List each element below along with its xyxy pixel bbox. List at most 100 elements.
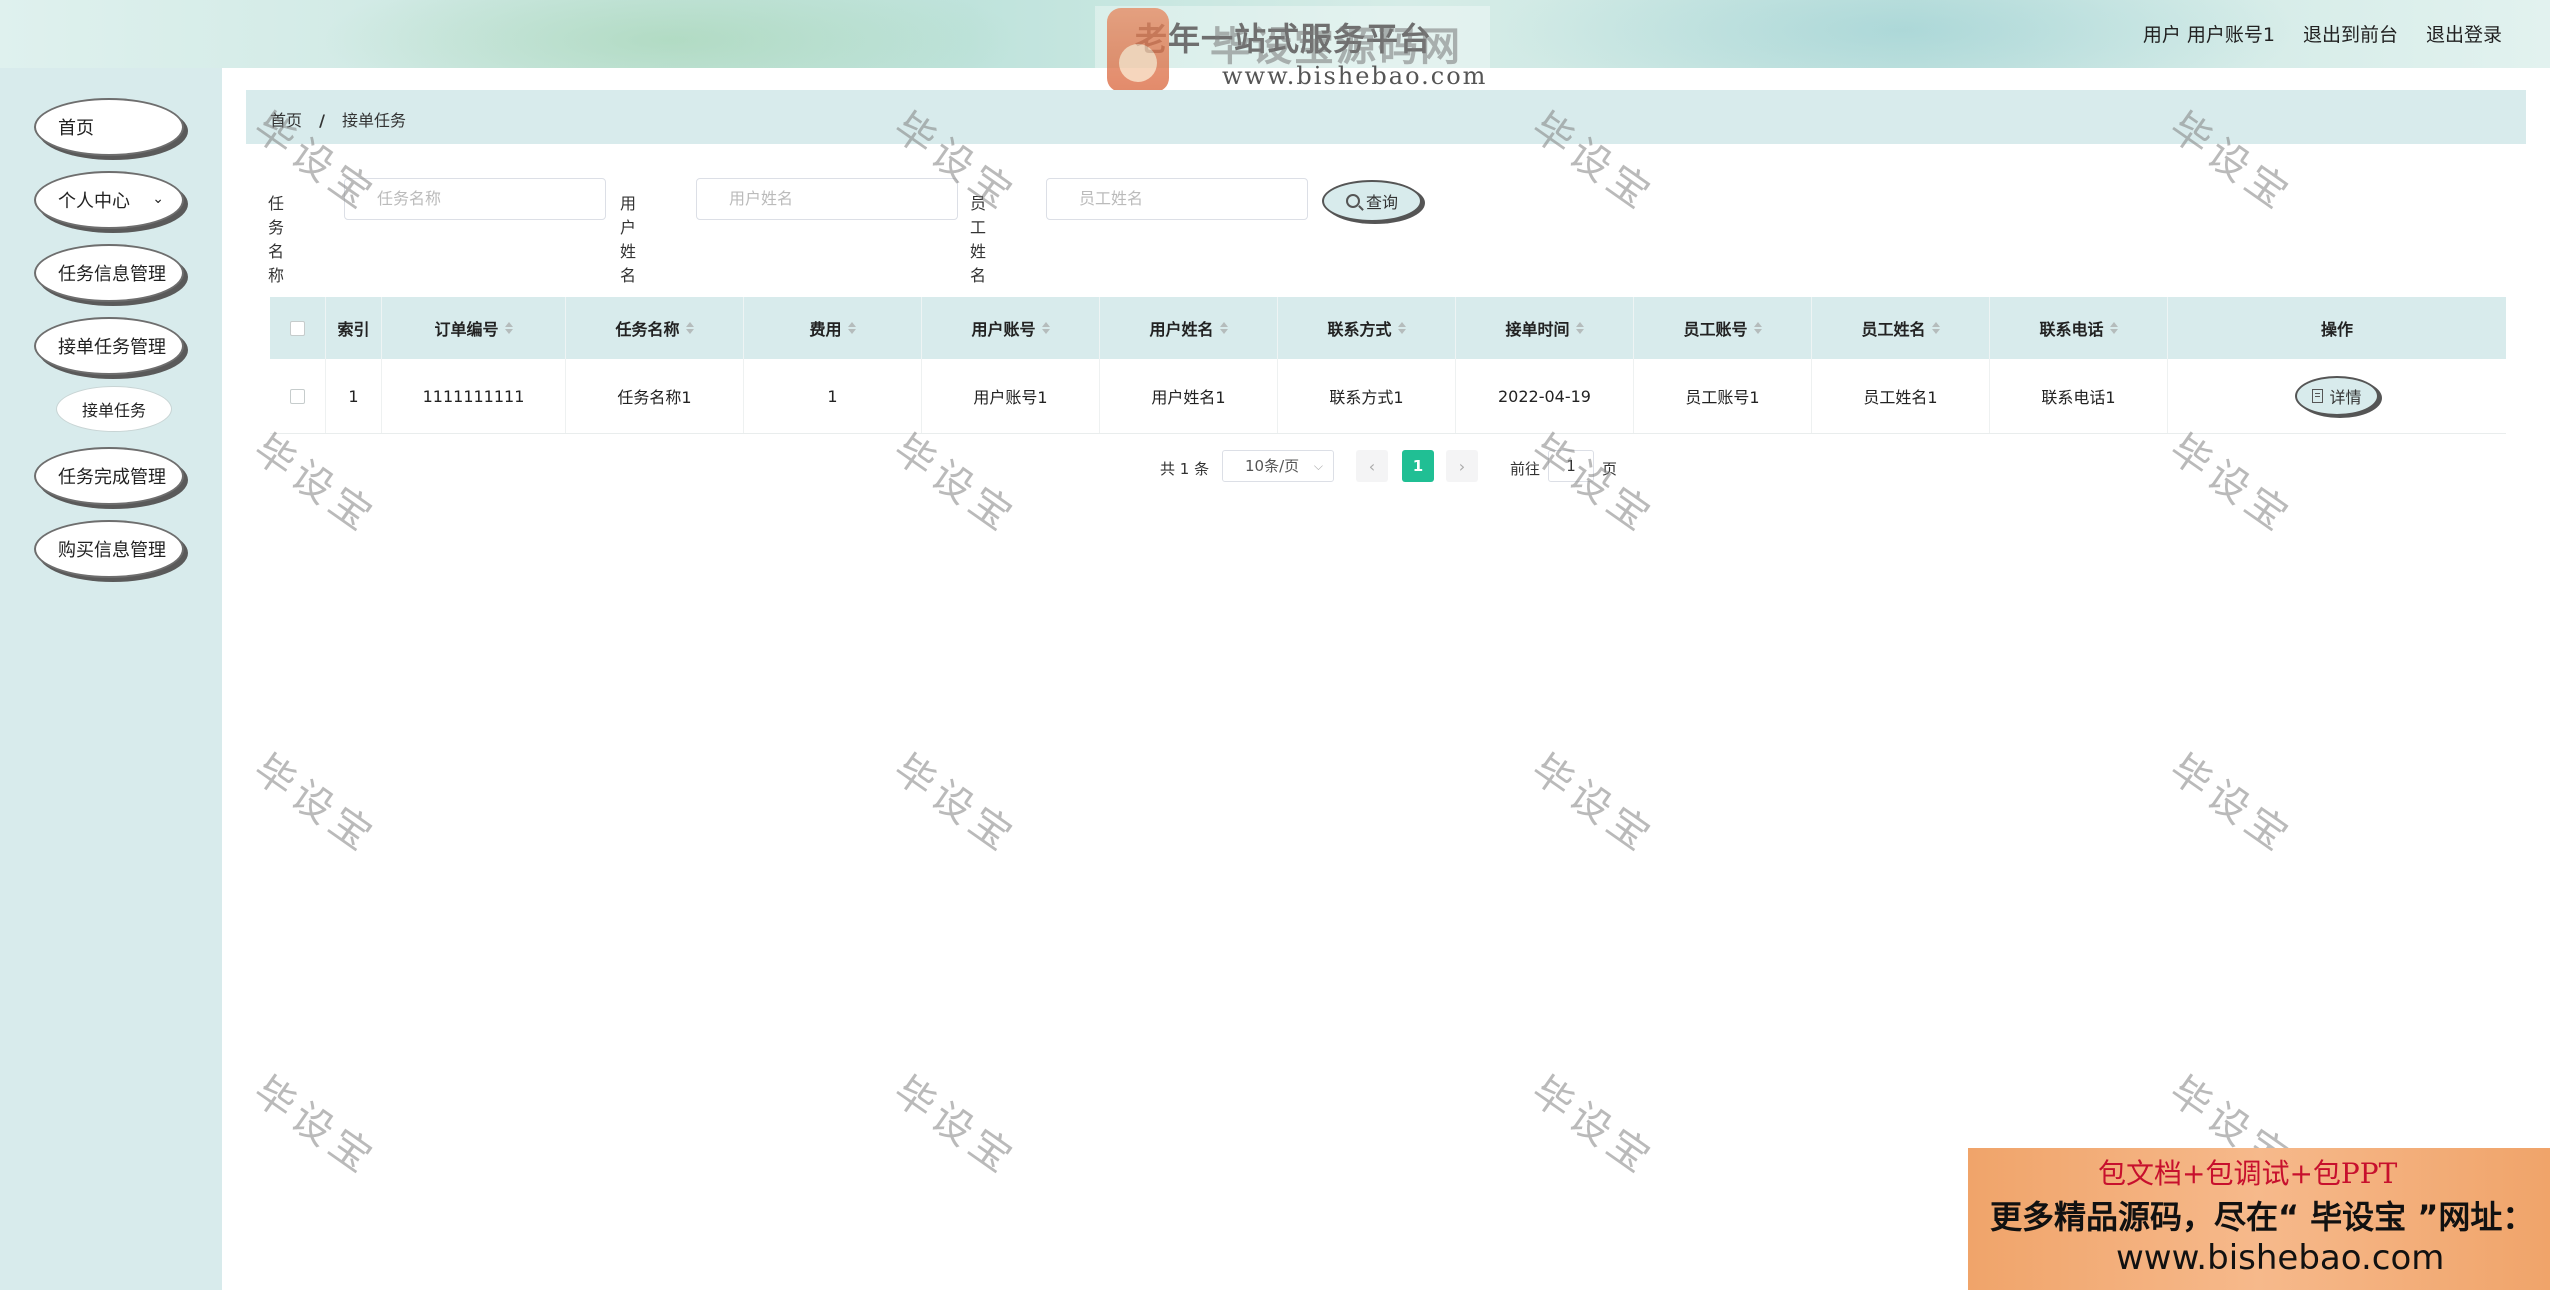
header-actions: 用户 用户账号1 退出到前台 退出登录 — [2143, 20, 2502, 47]
cell-actions: 详情 — [2168, 359, 2506, 433]
cell-task-name: 任务名称1 — [566, 359, 744, 433]
chevron-down-icon: ⌵ — [1313, 459, 1323, 473]
exit-to-front-link[interactable]: 退出到前台 — [2303, 20, 2398, 47]
chevron-down-icon: ⌄ — [152, 191, 164, 207]
sort-icon[interactable] — [1575, 322, 1584, 334]
staff-name-input[interactable]: 员工姓名 — [1046, 178, 1308, 220]
watermark-text: 毕设宝 — [1522, 745, 1663, 863]
cell-index: 1 — [326, 359, 382, 433]
detail-button-label: 详情 — [2329, 388, 2362, 407]
task-name-input[interactable]: 任务名称 — [344, 178, 606, 220]
task-name-label: 任务名称 — [268, 194, 285, 285]
detail-button[interactable]: 详情 — [2295, 376, 2379, 416]
sidebar-item-label: 个人中心 — [58, 191, 130, 212]
sidebar-item-accept-task-mgmt[interactable]: 接单任务管理 — [34, 317, 184, 375]
sidebar-subitem-accept-task[interactable]: 接单任务 — [56, 386, 172, 432]
sort-icon[interactable] — [1753, 322, 1762, 334]
sort-icon[interactable] — [847, 322, 856, 334]
column-header: 索引 — [326, 297, 382, 359]
task-table: 索引 订单编号 任务名称 费用 用户账号 用户姓名 联系方式 接单时间 员工账号… — [270, 297, 2506, 434]
query-button[interactable]: 查询 — [1322, 180, 1422, 222]
column-header[interactable]: 用户账号 — [922, 297, 1100, 359]
cell-user-account: 用户账号1 — [922, 359, 1100, 433]
table-row: 1 1111111111 任务名称1 1 用户账号1 用户姓名1 联系方式1 2… — [270, 359, 2506, 434]
sidebar-item-label: 任务信息管理 — [58, 264, 166, 285]
page-size-select[interactable]: 10条/页 ⌵ — [1222, 450, 1334, 482]
column-header[interactable]: 订单编号 — [382, 297, 566, 359]
column-header[interactable]: 员工账号 — [1634, 297, 1812, 359]
pagination-total: 共 1 条 — [1160, 460, 1210, 478]
prev-page-button[interactable]: ‹ — [1356, 450, 1388, 482]
select-all-checkbox[interactable] — [290, 320, 305, 336]
page-size-value: 10条/页 — [1245, 457, 1300, 475]
sort-icon[interactable] — [504, 322, 513, 334]
sort-icon[interactable] — [1041, 322, 1050, 334]
watermark-text: 毕设宝 — [884, 1067, 1025, 1185]
header-decoration — [320, 0, 1020, 68]
sidebar: 首页 个人中心 ⌄ 任务信息管理 接单任务管理 接单任务 任务完成管理 购买信息… — [0, 68, 222, 1290]
sidebar-item-label: 购买信息管理 — [58, 540, 166, 561]
sidebar-item-personal-center[interactable]: 个人中心 ⌄ — [34, 171, 184, 229]
row-checkbox[interactable] — [290, 388, 305, 404]
watermark-text: 毕设宝 — [884, 745, 1025, 863]
document-icon — [2312, 389, 2324, 403]
breadcrumb-current: 接单任务 — [342, 111, 407, 130]
goto-page-input[interactable]: 1 — [1548, 450, 1594, 482]
column-header[interactable]: 员工姓名 — [1812, 297, 1990, 359]
page-number-current[interactable]: 1 — [1402, 450, 1434, 482]
page-suffix-label: 页 — [1602, 460, 1618, 478]
pagination: 共 1 条 10条/页 ⌵ ‹ 1 › 前往 1 页 — [0, 450, 2550, 482]
sidebar-item-purchase-info[interactable]: 购买信息管理 — [34, 520, 184, 578]
search-icon — [1345, 194, 1360, 208]
watermark-logo-icon — [1107, 8, 1169, 92]
sidebar-subitem-label: 接单任务 — [81, 401, 146, 420]
sidebar-item-label: 首页 — [58, 118, 94, 139]
sort-icon[interactable] — [1219, 322, 1228, 334]
query-button-label: 查询 — [1365, 193, 1398, 212]
cell-phone: 联系电话1 — [1990, 359, 2168, 433]
sort-icon[interactable] — [2109, 322, 2118, 334]
sort-icon[interactable] — [685, 322, 694, 334]
watermark-text: 毕设宝 — [1522, 1067, 1663, 1185]
column-header[interactable]: 接单时间 — [1456, 297, 1634, 359]
select-all-cell — [270, 297, 326, 359]
watermark-text: 毕设宝 — [2160, 745, 2301, 863]
ad-banner[interactable]: 包文档+包调试+包PPT 更多精品源码，尽在“ 毕设宝 ”网址： www.bis… — [1968, 1148, 2550, 1290]
ad-line-2: 更多精品源码，尽在“ 毕设宝 ”网址： — [1990, 1198, 2535, 1236]
goto-label: 前往 — [1510, 460, 1541, 478]
column-header[interactable]: 用户姓名 — [1100, 297, 1278, 359]
column-header[interactable]: 任务名称 — [566, 297, 744, 359]
ad-line-1: 包文档+包调试+包PPT — [2098, 1157, 2398, 1190]
breadcrumb-bar: 首页 / 接单任务 — [246, 90, 2526, 144]
sidebar-item-home[interactable]: 首页 — [34, 98, 184, 156]
sort-icon[interactable] — [1397, 322, 1406, 334]
cell-fee: 1 — [744, 359, 922, 433]
user-name-input[interactable]: 用户姓名 — [696, 178, 958, 220]
cell-staff-account: 员工账号1 — [1634, 359, 1812, 433]
sort-icon[interactable] — [1931, 322, 1940, 334]
breadcrumb: 首页 / 接单任务 — [270, 107, 406, 131]
current-user-label: 用户 用户账号1 — [2142, 24, 2275, 46]
logout-link[interactable]: 退出登录 — [2426, 20, 2502, 47]
row-select-cell — [270, 359, 326, 433]
column-header[interactable]: 费用 — [744, 297, 922, 359]
column-header: 操作 — [2320, 320, 2353, 339]
staff-name-label: 员工姓名 — [970, 194, 987, 285]
breadcrumb-separator: / — [319, 111, 325, 130]
breadcrumb-home[interactable]: 首页 — [270, 111, 302, 130]
sidebar-item-task-info[interactable]: 任务信息管理 — [34, 244, 184, 302]
column-header[interactable]: 联系电话 — [1990, 297, 2168, 359]
next-page-button[interactable]: › — [1446, 450, 1478, 482]
watermark-text: 毕设宝 — [244, 1067, 385, 1185]
cell-user-name: 用户姓名1 — [1100, 359, 1278, 433]
cell-order-no: 1111111111 — [382, 359, 566, 433]
cell-contact: 联系方式1 — [1278, 359, 1456, 433]
cell-staff-name: 员工姓名1 — [1812, 359, 1990, 433]
column-header[interactable]: 联系方式 — [1278, 297, 1456, 359]
ad-line-3: www.bishebao.com — [2116, 1238, 2445, 1278]
sidebar-item-label: 接单任务管理 — [58, 337, 166, 358]
watermark-text: 毕设宝 — [244, 745, 385, 863]
cell-accept-time: 2022-04-19 — [1456, 359, 1634, 433]
user-name-label: 用户姓名 — [620, 194, 637, 285]
watermark-logo-url: www.bishebao.com — [1222, 62, 1488, 90]
